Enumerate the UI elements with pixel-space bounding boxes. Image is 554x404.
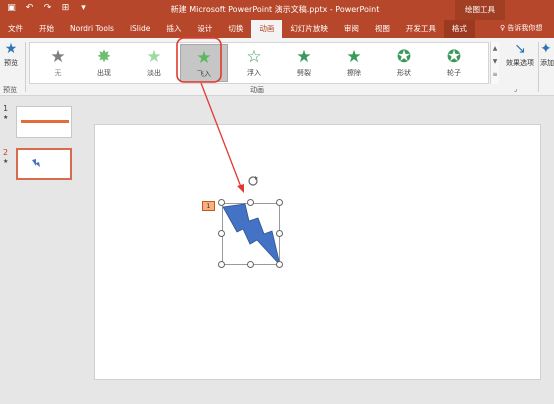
animation-fade[interactable]: ★ 淡出 (130, 44, 178, 82)
chevron-down-icon[interactable]: ▼ (491, 55, 499, 68)
rotate-handle-icon[interactable] (247, 175, 259, 187)
slide-number: 1 (3, 104, 9, 113)
preview-group-label: 预览 (3, 86, 17, 94)
powerpoint-window: ▣ ↶ ↷ ⊞ ▾ 新建 Microsoft PowerPoint 演示文稿.p… (0, 0, 554, 404)
animation-label: 轮子 (447, 69, 461, 77)
start-from-beginning-icon[interactable]: ⊞ (60, 3, 71, 14)
tab-insert[interactable]: 插入 (158, 20, 189, 38)
lightning-bolt-shape[interactable] (221, 203, 281, 266)
animation-gallery: ★ 无 ✸ 出现 ★ 淡出 ★ 飞入 ☆ 浮入 ★ 劈裂 ★ 擦除 ✪ 形状 ✪… (29, 42, 489, 84)
animation-label: 飞入 (197, 70, 211, 78)
title-bar: ▣ ↶ ↷ ⊞ ▾ 新建 Microsoft PowerPoint 演示文稿.p… (0, 0, 554, 20)
star-none-icon: ★ (50, 47, 66, 67)
tab-developer[interactable]: 开发工具 (398, 20, 444, 38)
animation-label: 劈裂 (297, 69, 311, 77)
arrow-down-right-icon: ↘ (514, 41, 526, 57)
animation-float-in[interactable]: ☆ 浮入 (230, 44, 278, 82)
animation-label: 形状 (397, 69, 411, 77)
animation-split[interactable]: ★ 劈裂 (280, 44, 328, 82)
tab-animations[interactable]: 动画 (251, 20, 283, 38)
drawing-tools-label: 绘图工具 (455, 0, 505, 20)
resize-handle[interactable] (218, 199, 225, 206)
animation-label: 无 (54, 69, 62, 77)
animation-group-label: 动画 (250, 86, 264, 94)
animation-label: 浮入 (247, 69, 261, 77)
document-title: 新建 Microsoft PowerPoint 演示文稿.pptx - Powe… (170, 5, 380, 14)
slide-thumbnail-2[interactable] (16, 148, 72, 180)
gallery-more-icon[interactable]: ≡ (491, 68, 499, 81)
slide-number: 2 (3, 148, 9, 157)
tab-slideshow[interactable]: 幻灯片放映 (282, 20, 336, 38)
slide-thumbnails-pane: 1 ★ 2 ★ (0, 96, 80, 404)
star-fade-icon: ★ (146, 47, 162, 67)
star-shape-icon: ✪ (396, 47, 412, 67)
tab-review[interactable]: 审阅 (336, 20, 367, 38)
slide-thumbnail-1[interactable] (16, 106, 72, 138)
animation-label: 擦除 (347, 69, 361, 77)
tab-format[interactable]: 格式 (443, 20, 475, 38)
thumbnail-bolt-icon (32, 159, 40, 167)
tab-nordri-tools[interactable]: Nordri Tools (62, 20, 122, 38)
dialog-launcher-icon[interactable]: ⌟ (514, 85, 517, 93)
animation-wipe[interactable]: ★ 擦除 (330, 44, 378, 82)
star-fly-in-icon: ★ (196, 48, 212, 68)
tell-me-label: 告诉我你想 (507, 24, 543, 32)
resize-handle[interactable] (276, 230, 283, 237)
tab-file[interactable]: 文件 (0, 20, 31, 38)
gallery-scroll[interactable]: ▲ ▼ ≡ (490, 42, 499, 84)
resize-handle[interactable] (247, 261, 254, 268)
thumbnail-text-line (21, 120, 69, 123)
preview-star-icon: ★ (4, 41, 18, 57)
tab-view[interactable]: 视图 (367, 20, 398, 38)
effect-options-label: 效果选项 (506, 59, 534, 67)
star-appear-icon: ✸ (96, 47, 112, 67)
add-animation-label: 添加动画 (540, 59, 554, 67)
animation-label: 出现 (97, 69, 111, 77)
tell-me-search[interactable]: ♀ 告诉我你想 (500, 23, 542, 33)
ribbon-tabs: 文件 开始 Nordri Tools iSlide 插入 设计 切换 动画 幻灯… (0, 20, 554, 38)
slide[interactable]: 1 (94, 124, 541, 380)
star-wipe-icon: ★ (346, 47, 362, 67)
resize-handle[interactable] (276, 261, 283, 268)
animation-marker-icon: ★ (3, 114, 9, 121)
slide-editing-area: 1 (80, 96, 554, 404)
animation-marker-icon: ★ (3, 158, 9, 165)
redo-icon[interactable]: ↷ (42, 3, 53, 14)
animation-label: 淡出 (147, 69, 161, 77)
animation-none[interactable]: ★ 无 (34, 44, 82, 82)
resize-handle[interactable] (218, 261, 225, 268)
animation-shape[interactable]: ✪ 形状 (380, 44, 428, 82)
tab-islide[interactable]: iSlide (122, 20, 158, 38)
ribbon: ★ 预览 ★ 无 ✸ 出现 ★ 淡出 ★ 飞入 ☆ 浮入 ★ 劈裂 ★ 擦除 ✪… (0, 38, 554, 96)
add-star-icon: ✦ (540, 41, 552, 57)
quick-access-toolbar: ▣ ↶ ↷ ⊞ ▾ (6, 3, 89, 14)
animation-appear[interactable]: ✸ 出现 (80, 44, 128, 82)
tab-transitions[interactable]: 切换 (220, 20, 251, 38)
preview-button[interactable]: ★ 预览 (0, 40, 22, 80)
resize-handle[interactable] (247, 199, 254, 206)
chevron-up-icon[interactable]: ▲ (491, 42, 499, 55)
resize-handle[interactable] (276, 199, 283, 206)
add-animation-button[interactable]: ✦ 添加动画 (540, 40, 554, 82)
animation-wheel[interactable]: ✪ 轮子 (430, 44, 478, 82)
save-icon[interactable]: ▣ (6, 3, 17, 14)
star-float-in-icon: ☆ (246, 47, 262, 67)
star-split-icon: ★ (296, 47, 312, 67)
resize-handle[interactable] (218, 230, 225, 237)
ribbon-divider (538, 42, 539, 92)
undo-icon[interactable]: ↶ (24, 3, 35, 14)
animation-fly-in[interactable]: ★ 飞入 (180, 44, 228, 82)
animation-order-tag[interactable]: 1 (202, 201, 215, 211)
tab-home[interactable]: 开始 (31, 20, 62, 38)
effect-options-button[interactable]: ↘ 效果选项 (502, 40, 538, 82)
customize-qat-icon[interactable]: ▾ (78, 3, 89, 14)
star-wheel-icon: ✪ (446, 47, 462, 67)
ribbon-divider (25, 42, 26, 92)
tab-design[interactable]: 设计 (189, 20, 220, 38)
preview-label: 预览 (4, 59, 18, 67)
